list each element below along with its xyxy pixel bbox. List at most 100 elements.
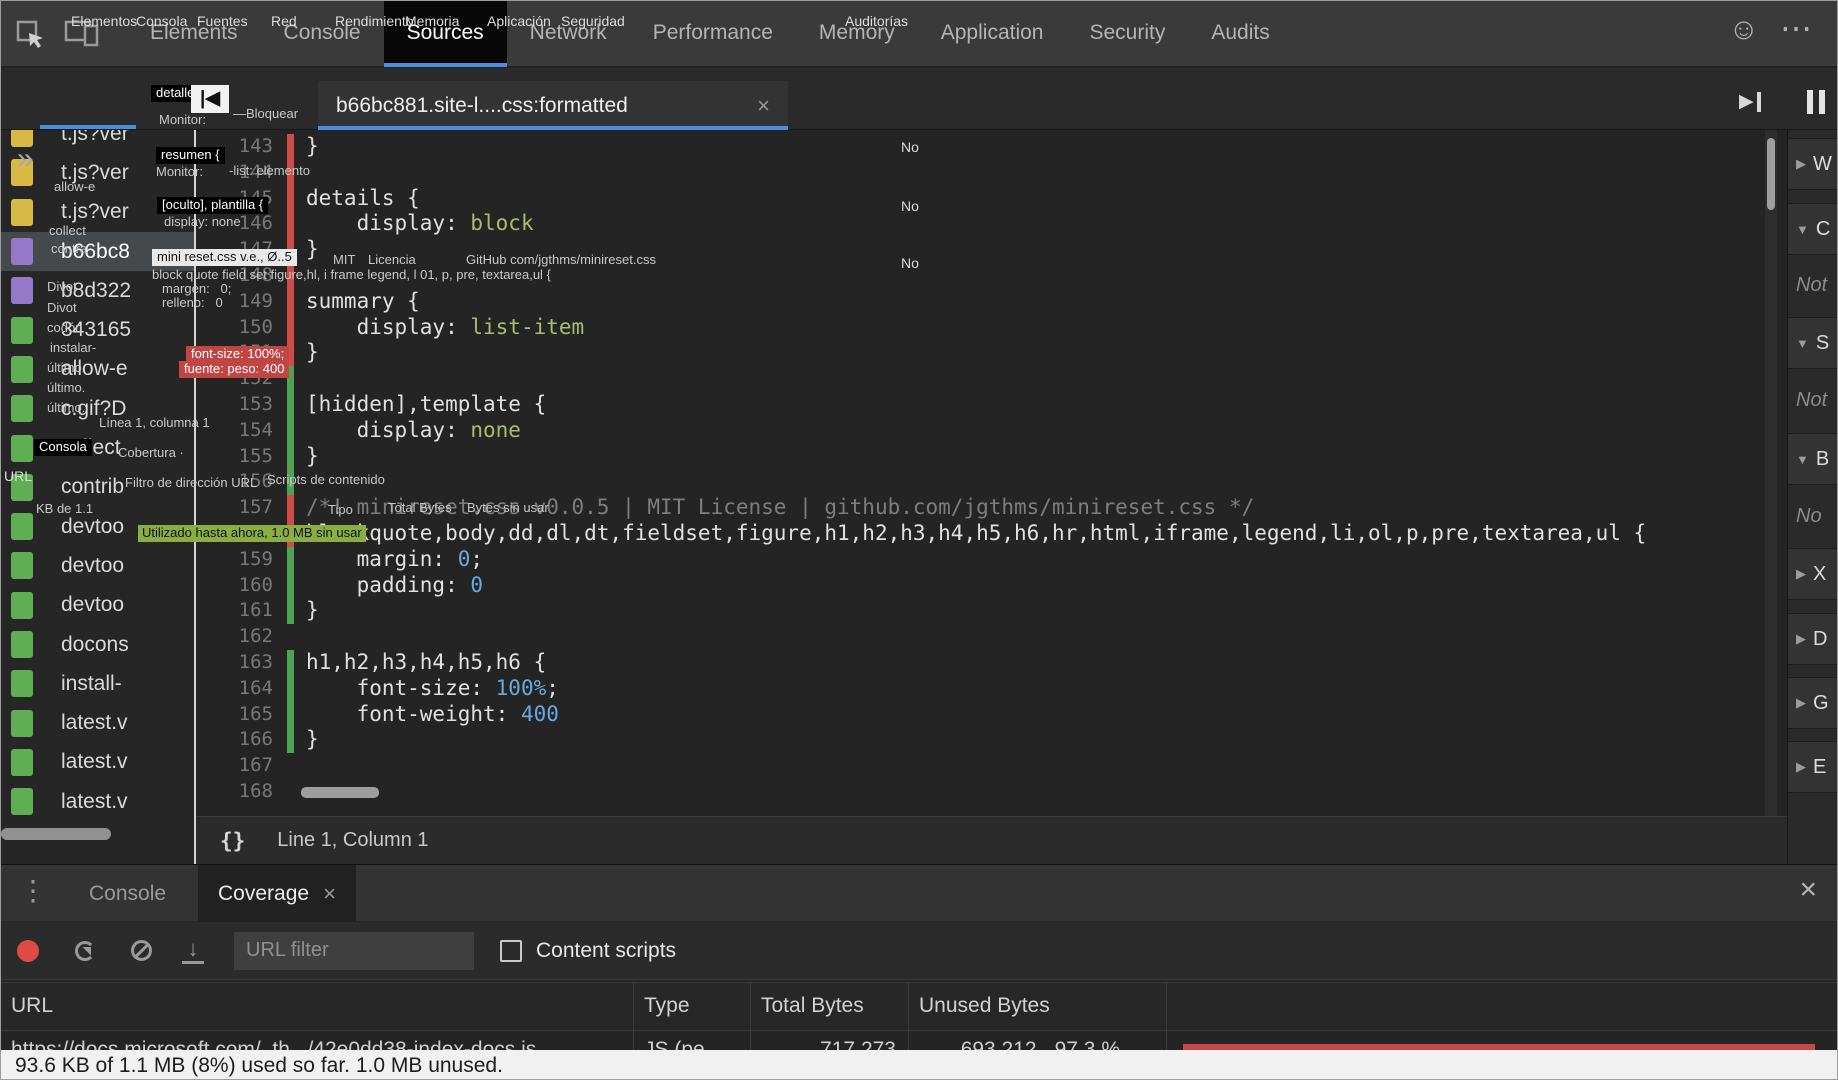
tab-audits[interactable]: Audits [1188, 1, 1292, 67]
editor-vertical-scrollbar[interactable] [1765, 130, 1777, 816]
tab-elements[interactable]: Elements [127, 1, 261, 67]
code-editor[interactable]: } details { display: block} summary { disp… [294, 130, 1765, 816]
debugger-section-s[interactable]: ▼ S [1788, 317, 1837, 369]
debugger-section-g[interactable]: ▶ G [1788, 677, 1837, 729]
file-item[interactable]: devtoo [1, 586, 194, 625]
editor-file-tab[interactable]: b66bc881.site-l....css:formatted × [318, 81, 788, 130]
line-number[interactable]: 152 [239, 366, 273, 392]
record-button[interactable] [17, 939, 39, 962]
debugger-section-e[interactable]: ▶ E [1788, 741, 1837, 793]
line-number[interactable]: 155 [239, 444, 273, 470]
line-number[interactable]: 147 [239, 237, 273, 263]
line-number[interactable]: 148 [239, 263, 273, 289]
file-item[interactable]: allow-e [1, 350, 194, 389]
tab-performance[interactable]: Performance [630, 1, 796, 67]
line-number[interactable]: 150 [239, 315, 273, 341]
gutter-line: 146 [196, 211, 294, 238]
line-number[interactable]: 149 [239, 289, 273, 315]
file-item[interactable]: devtoo [1, 507, 194, 546]
file-item[interactable]: collect [1, 428, 194, 467]
debugger-section-c[interactable]: ▼ C [1788, 203, 1837, 255]
file-icon [11, 434, 33, 462]
more-tabs-icon[interactable]: ▶ [1739, 90, 1761, 113]
code-token: font-size: [306, 675, 496, 700]
file-item[interactable]: latest.v [1, 782, 194, 821]
file-item[interactable]: t.js?ver [1, 193, 194, 232]
line-number[interactable]: 151 [239, 340, 273, 366]
line-number[interactable]: 153 [239, 392, 273, 418]
line-number[interactable]: 167 [239, 753, 273, 779]
line-number[interactable]: 164 [239, 676, 273, 702]
line-number[interactable]: 156 [239, 469, 273, 495]
line-number[interactable]: 145 [239, 186, 273, 212]
tab-console[interactable]: Console [261, 1, 384, 67]
content-scripts-checkbox[interactable] [500, 939, 522, 962]
line-number[interactable]: 162 [239, 624, 273, 650]
line-number[interactable]: 165 [239, 702, 273, 728]
line-number[interactable]: 143 [239, 134, 273, 160]
coverage-marker [287, 263, 294, 289]
line-number[interactable]: 163 [239, 650, 273, 676]
line-number[interactable]: 159 [239, 547, 273, 573]
scrollbar-thumb[interactable] [1767, 138, 1775, 210]
file-item[interactable]: b8d322 [1, 271, 194, 310]
line-number[interactable]: 154 [239, 418, 273, 444]
clear-icon[interactable] [131, 940, 152, 961]
reload-icon[interactable] [75, 940, 95, 961]
debugger-section-d[interactable]: ▶ D [1788, 613, 1837, 665]
pause-icon[interactable] [1807, 90, 1825, 114]
tab-sources[interactable]: Sources [383, 1, 507, 67]
line-number[interactable]: 144 [239, 160, 273, 186]
file-item[interactable]: latest.v [1, 703, 194, 742]
line-number[interactable]: 161 [239, 598, 273, 624]
tab-security[interactable]: Security [1066, 1, 1188, 67]
device-toolbar-icon[interactable] [63, 17, 101, 54]
file-item[interactable]: devtoo [1, 546, 194, 585]
debugger-section-b[interactable]: ▼ B [1788, 433, 1837, 485]
file-item[interactable]: install- [1, 664, 194, 703]
more-options-icon[interactable]: ⋯ [1780, 9, 1813, 47]
collapse-navigator-button[interactable]: » [17, 144, 34, 174]
editor-horizontal-scrollbar[interactable] [301, 787, 379, 798]
tab-close-icon[interactable]: × [757, 93, 770, 119]
column-header-unused-bytes[interactable]: Unused Bytes [909, 983, 1167, 1030]
drawer-tab-console[interactable]: Console [89, 865, 166, 922]
file-item[interactable]: c.gif?D [1, 389, 194, 428]
line-number[interactable]: 166 [239, 727, 273, 753]
drawer-close-icon[interactable]: × [1799, 875, 1817, 905]
debugger-section-w[interactable]: ▶ W [1788, 138, 1837, 190]
column-header-type[interactable]: Type [634, 983, 751, 1030]
panel-splitter[interactable] [194, 130, 196, 864]
feedback-smiley-icon[interactable]: ☺ [1728, 13, 1759, 47]
debugger-section-x[interactable]: ▶ X [1788, 548, 1837, 600]
gutter-line: 165 [196, 701, 294, 728]
code-line: margin: 0; [306, 547, 483, 573]
line-number[interactable]: 158 [239, 521, 273, 547]
column-header-url[interactable]: URL [1, 983, 634, 1030]
drawer-menu-icon[interactable]: ⋮ [19, 877, 47, 905]
inspect-icon[interactable] [13, 17, 47, 56]
file-item[interactable]: contrib [1, 468, 194, 507]
line-number[interactable]: 160 [239, 573, 273, 599]
column-header-total-bytes[interactable]: Total Bytes [751, 983, 909, 1030]
code-token: h1,h2,h3,h4,h5,h6 { [306, 650, 547, 674]
pretty-print-icon[interactable]: {} [220, 829, 245, 853]
coverage-tab-close-icon[interactable]: × [323, 881, 336, 907]
url-filter-input[interactable] [234, 931, 474, 970]
drawer-tab-coverage[interactable]: Coverage × [198, 865, 356, 922]
code-line: display: none [306, 418, 521, 444]
file-item[interactable]: 343165 [1, 310, 194, 349]
line-number[interactable]: 168 [239, 779, 273, 805]
file-item[interactable]: b66bc8 [1, 231, 194, 272]
navigator-horizontal-scrollbar[interactable] [1, 828, 111, 840]
export-icon[interactable] [182, 938, 204, 964]
tab-application[interactable]: Application [918, 1, 1067, 67]
line-number[interactable]: 157 [239, 495, 273, 521]
coverage-marker [287, 675, 294, 702]
file-item[interactable]: docons [1, 625, 194, 664]
file-name: latest.v [61, 711, 128, 735]
line-number[interactable]: 146 [239, 211, 273, 237]
file-item[interactable]: latest.v [1, 743, 194, 782]
tab-network[interactable]: Network [507, 1, 630, 67]
tab-memory[interactable]: Memory [796, 1, 918, 67]
